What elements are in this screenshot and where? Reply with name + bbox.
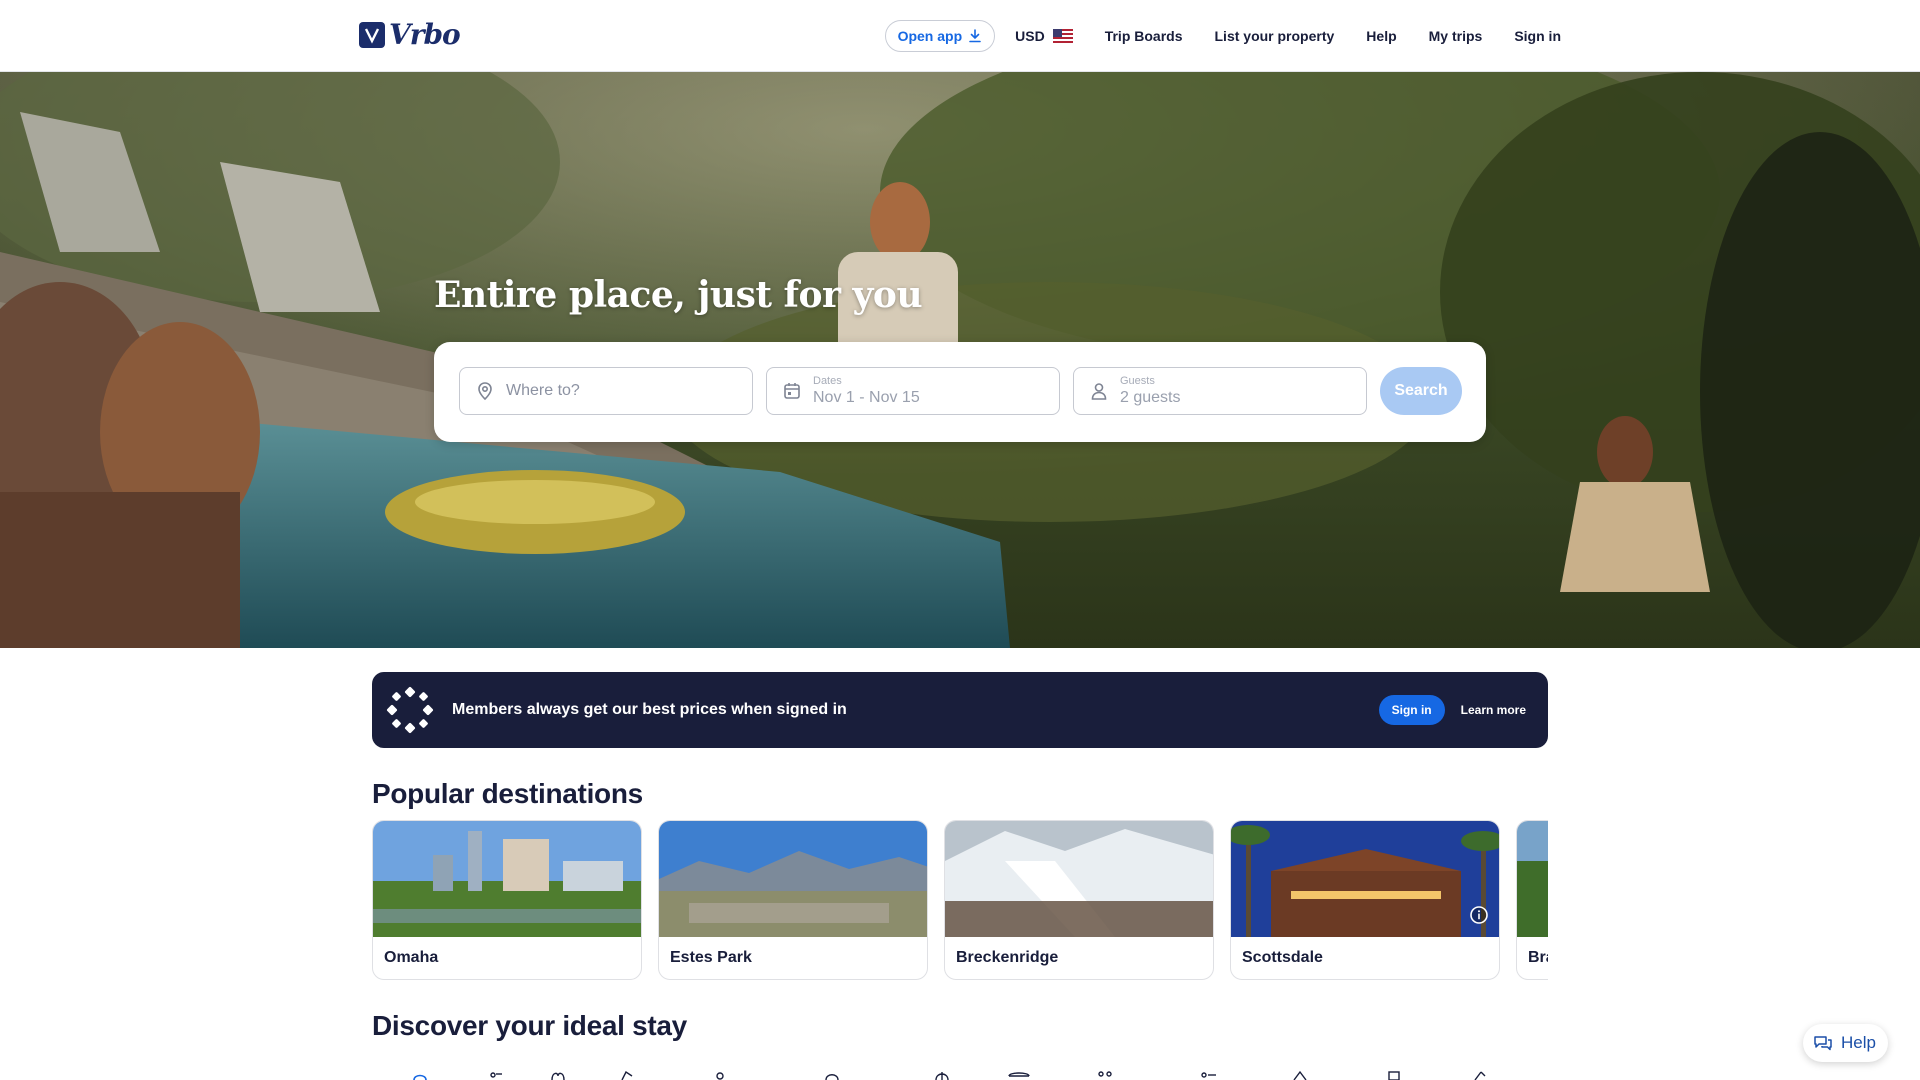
dates-label: Dates [813, 374, 842, 387]
destination-name: Bra [1528, 949, 1548, 966]
destination-card[interactable]: Omaha [372, 820, 642, 980]
info-icon[interactable] [1469, 905, 1489, 925]
destination-card[interactable]: Breckenridge [944, 820, 1214, 980]
search-card: Where to? Dates Nov 1 - Nov 15 Guests 2 … [434, 342, 1486, 442]
help-chat-button[interactable]: Help [1803, 1024, 1888, 1062]
person-icon [1088, 380, 1110, 402]
nav-help[interactable]: Help [1366, 28, 1396, 44]
stay-type-icon[interactable] [1386, 1070, 1402, 1080]
stay-type-icons-row [372, 1066, 1548, 1080]
destination-name: Estes Park [670, 949, 752, 966]
stay-type-icon[interactable] [712, 1070, 728, 1080]
nav-list-property[interactable]: List your property [1215, 28, 1335, 44]
destination-name: Scottsdale [1242, 949, 1323, 966]
destination-image [659, 821, 927, 937]
stay-type-icon[interactable] [1292, 1070, 1308, 1080]
destination-image [1517, 821, 1548, 937]
banner-sign-in-button[interactable]: Sign in [1378, 695, 1445, 725]
nav-sign-in[interactable]: Sign in [1514, 28, 1561, 44]
stay-type-icon[interactable] [1200, 1070, 1218, 1080]
destination-name: Omaha [384, 949, 439, 966]
discover-title: Discover your ideal stay [372, 1010, 687, 1041]
currency-label: USD [1015, 28, 1045, 44]
member-banner: Members always get our best prices when … [372, 672, 1548, 748]
destination-placeholder: Where to? [506, 382, 580, 399]
stay-type-icon[interactable] [934, 1070, 950, 1080]
nav-my-trips[interactable]: My trips [1429, 28, 1483, 44]
destination-image [1231, 821, 1499, 937]
destination-image [945, 821, 1213, 937]
guests-label: Guests [1120, 374, 1155, 387]
stay-type-icon[interactable] [620, 1070, 636, 1080]
destination-image [373, 821, 641, 937]
logo-text: Vrbo [389, 18, 461, 51]
destination-card[interactable]: Bra [1516, 820, 1548, 980]
download-icon [969, 29, 981, 43]
open-app-button[interactable]: Open app [884, 20, 996, 52]
calendar-icon [781, 380, 803, 402]
member-banner-text: Members always get our best prices when … [452, 701, 847, 718]
stay-type-icon[interactable] [824, 1070, 840, 1080]
guests-field[interactable]: Guests 2 guests [1073, 367, 1367, 415]
dates-field[interactable]: Dates Nov 1 - Nov 15 [766, 367, 1060, 415]
hero-section: Entire place, just for you Where to? Dat… [0, 72, 1920, 648]
popular-destinations-title: Popular destinations [372, 778, 643, 809]
location-pin-icon [474, 380, 496, 402]
logo-mark-icon [359, 22, 385, 48]
destination-card[interactable]: Scottsdale [1230, 820, 1500, 980]
stay-type-icon[interactable] [488, 1070, 504, 1080]
help-chat-label: Help [1841, 1033, 1876, 1052]
destination-field[interactable]: Where to? [459, 367, 753, 415]
member-flower-icon [386, 686, 434, 734]
open-app-label: Open app [897, 28, 963, 44]
chat-icon [1814, 1036, 1832, 1051]
hero-title: Entire place, just for you [434, 274, 923, 316]
search-button[interactable]: Search [1380, 367, 1462, 415]
us-flag-icon [1052, 29, 1073, 43]
nav-trip-boards[interactable]: Trip Boards [1105, 28, 1183, 44]
stay-type-icon[interactable] [412, 1070, 428, 1080]
stay-type-icon[interactable] [1096, 1070, 1114, 1080]
vrbo-logo[interactable]: Vrbo [359, 18, 461, 51]
header-nav: Open app USD Trip Boards List your prope… [884, 19, 1561, 53]
currency-selector[interactable]: USD [1015, 28, 1073, 44]
destination-name: Breckenridge [956, 949, 1059, 966]
destination-card[interactable]: Estes Park [658, 820, 928, 980]
top-header: Vrbo Open app USD Trip Boards List your … [0, 0, 1920, 72]
destinations-carousel: Omaha Estes Park Breckenridge Scottsdale… [372, 820, 1548, 980]
stay-type-icon[interactable] [1472, 1070, 1488, 1080]
dates-value: Nov 1 - Nov 15 [813, 388, 920, 406]
banner-learn-more-link[interactable]: Learn more [1461, 703, 1526, 717]
guests-value: 2 guests [1120, 388, 1181, 406]
stay-type-icon[interactable] [1008, 1070, 1030, 1080]
stay-type-icon[interactable] [550, 1070, 566, 1080]
